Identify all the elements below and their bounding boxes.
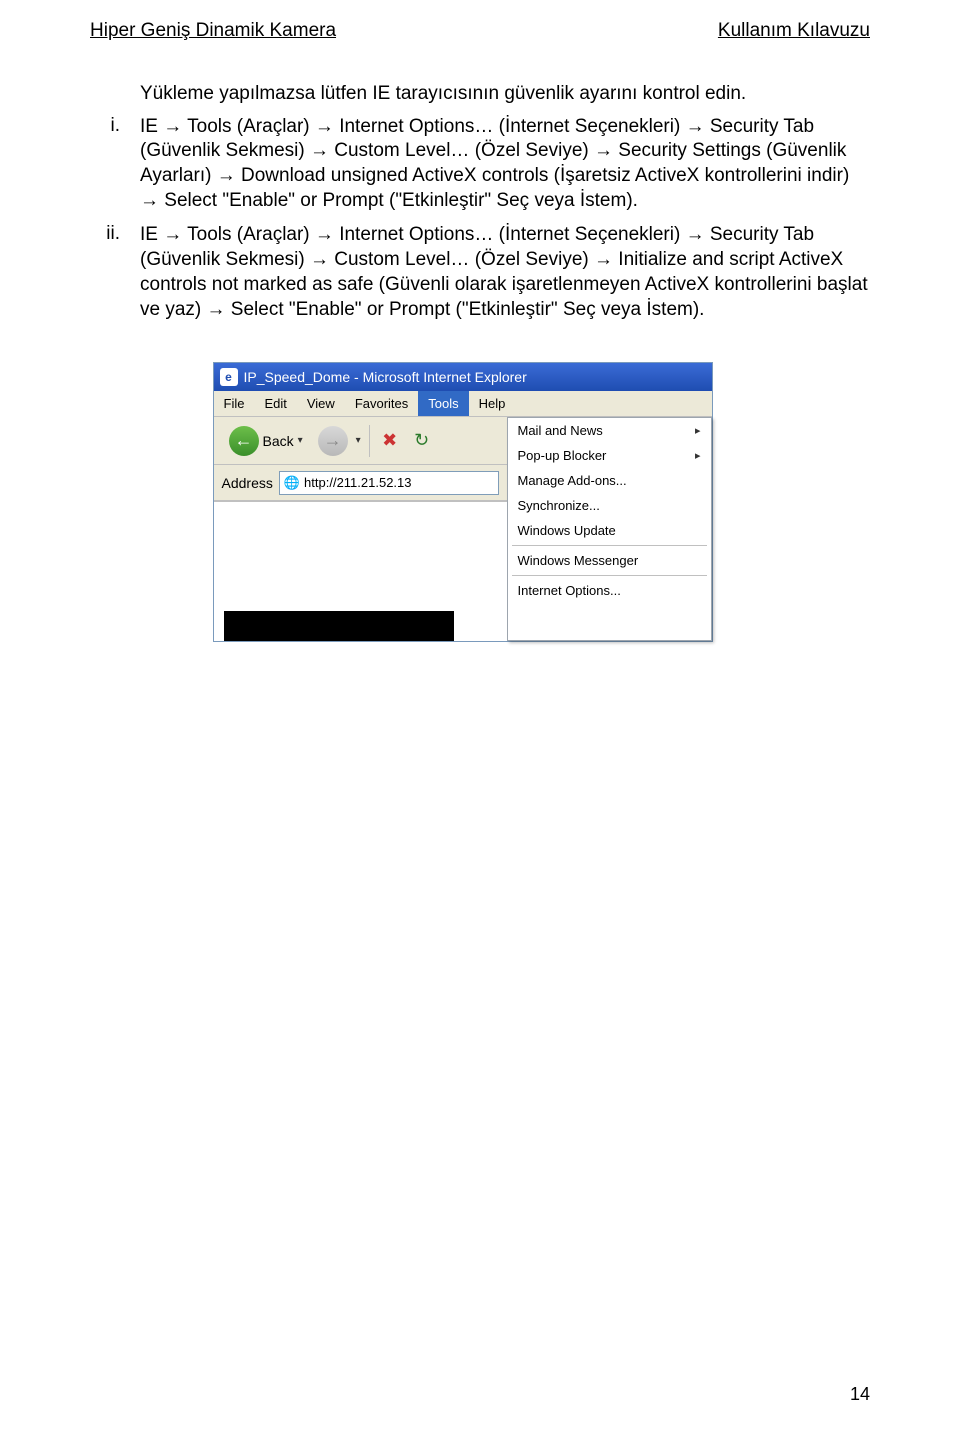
globe-icon: 🌐	[284, 475, 300, 491]
ie-titlebar: e IP_Speed_Dome - Microsoft Internet Exp…	[214, 363, 712, 391]
menu-edit[interactable]: Edit	[254, 391, 296, 416]
ie-address-bar: Address 🌐 http://211.21.52.13	[214, 465, 507, 501]
stop-button[interactable]: ✖	[378, 429, 402, 453]
dd-windows-messenger[interactable]: Windows Messenger	[508, 548, 711, 573]
header-left: Hiper Geniş Dinamik Kamera	[90, 20, 336, 42]
ie-menubar: File Edit View Favorites Tools Help	[214, 391, 712, 417]
dd-label: Pop-up Blocker	[518, 448, 607, 463]
list-item-ii: ii. IE → Tools (Araçlar) → Internet Opti…	[55, 223, 870, 322]
address-label: Address	[222, 475, 273, 491]
menu-favorites[interactable]: Favorites	[345, 391, 418, 416]
list-text: IE → Tools (Araçlar) → Internet Options……	[140, 115, 870, 214]
dd-label: Windows Messenger	[518, 553, 639, 568]
dropdown-separator	[512, 545, 707, 546]
chevron-down-icon: ▾	[298, 435, 303, 446]
address-input[interactable]: 🌐 http://211.21.52.13	[279, 471, 499, 495]
dd-internet-options[interactable]: Internet Options...	[508, 578, 711, 603]
ie-screenshot: e IP_Speed_Dome - Microsoft Internet Exp…	[213, 362, 713, 642]
dd-popup-blocker[interactable]: Pop-up Blocker ▸	[508, 443, 711, 468]
dd-label: Windows Update	[518, 523, 616, 538]
dd-label: Mail and News	[518, 423, 603, 438]
ie-window-title: IP_Speed_Dome - Microsoft Internet Explo…	[244, 369, 527, 385]
ie-logo-icon: e	[220, 368, 238, 386]
back-arrow-icon: ←	[229, 426, 259, 456]
menu-help[interactable]: Help	[469, 391, 516, 416]
dd-label: Internet Options...	[518, 583, 621, 598]
refresh-button[interactable]: ↻	[410, 429, 434, 453]
dd-mail-and-news[interactable]: Mail and News ▸	[508, 418, 711, 443]
viewport-content-block	[224, 611, 454, 641]
dd-label: Manage Add-ons...	[518, 473, 627, 488]
dd-label: Synchronize...	[518, 498, 600, 513]
back-button[interactable]: ← Back ▾	[222, 423, 310, 459]
list-text: IE → Tools (Araçlar) → Internet Options……	[140, 223, 870, 322]
ie-body: ← Back ▾ → ▾ ✖ ↻ Address 🌐	[214, 417, 712, 641]
menu-tools[interactable]: Tools	[418, 391, 468, 416]
list-marker: ii.	[55, 223, 140, 322]
dropdown-separator	[512, 575, 707, 576]
forward-arrow-icon: →	[324, 430, 342, 451]
dd-windows-update[interactable]: Windows Update	[508, 518, 711, 543]
page-number: 14	[850, 1384, 870, 1405]
ie-left-pane: ← Back ▾ → ▾ ✖ ↻ Address 🌐	[214, 417, 507, 641]
page-header: Hiper Geniş Dinamik Kamera Kullanım Kıla…	[0, 0, 960, 42]
menu-view[interactable]: View	[297, 391, 345, 416]
submenu-arrow-icon: ▸	[695, 424, 701, 437]
back-label: Back	[263, 433, 294, 449]
header-right: Kullanım Kılavuzu	[718, 20, 870, 42]
toolbar-divider	[369, 425, 370, 457]
submenu-arrow-icon: ▸	[695, 449, 701, 462]
list-item-i: i. IE → Tools (Araçlar) → Internet Optio…	[55, 115, 870, 214]
forward-button[interactable]: →	[318, 426, 348, 456]
menu-file[interactable]: File	[214, 391, 255, 416]
ie-toolbar: ← Back ▾ → ▾ ✖ ↻	[214, 417, 507, 465]
chevron-down-icon: ▾	[356, 435, 361, 446]
dd-manage-addons[interactable]: Manage Add-ons...	[508, 468, 711, 493]
dd-synchronize[interactable]: Synchronize...	[508, 493, 711, 518]
ie-viewport	[214, 501, 507, 641]
address-url: http://211.21.52.13	[304, 475, 411, 490]
tools-dropdown: Mail and News ▸ Pop-up Blocker ▸ Manage …	[507, 417, 712, 641]
content-area: Yükleme yapılmazsa lütfen IE tarayıcısın…	[0, 42, 960, 642]
list-marker: i.	[55, 115, 140, 214]
intro-text: Yükleme yapılmazsa lütfen IE tarayıcısın…	[140, 82, 870, 107]
